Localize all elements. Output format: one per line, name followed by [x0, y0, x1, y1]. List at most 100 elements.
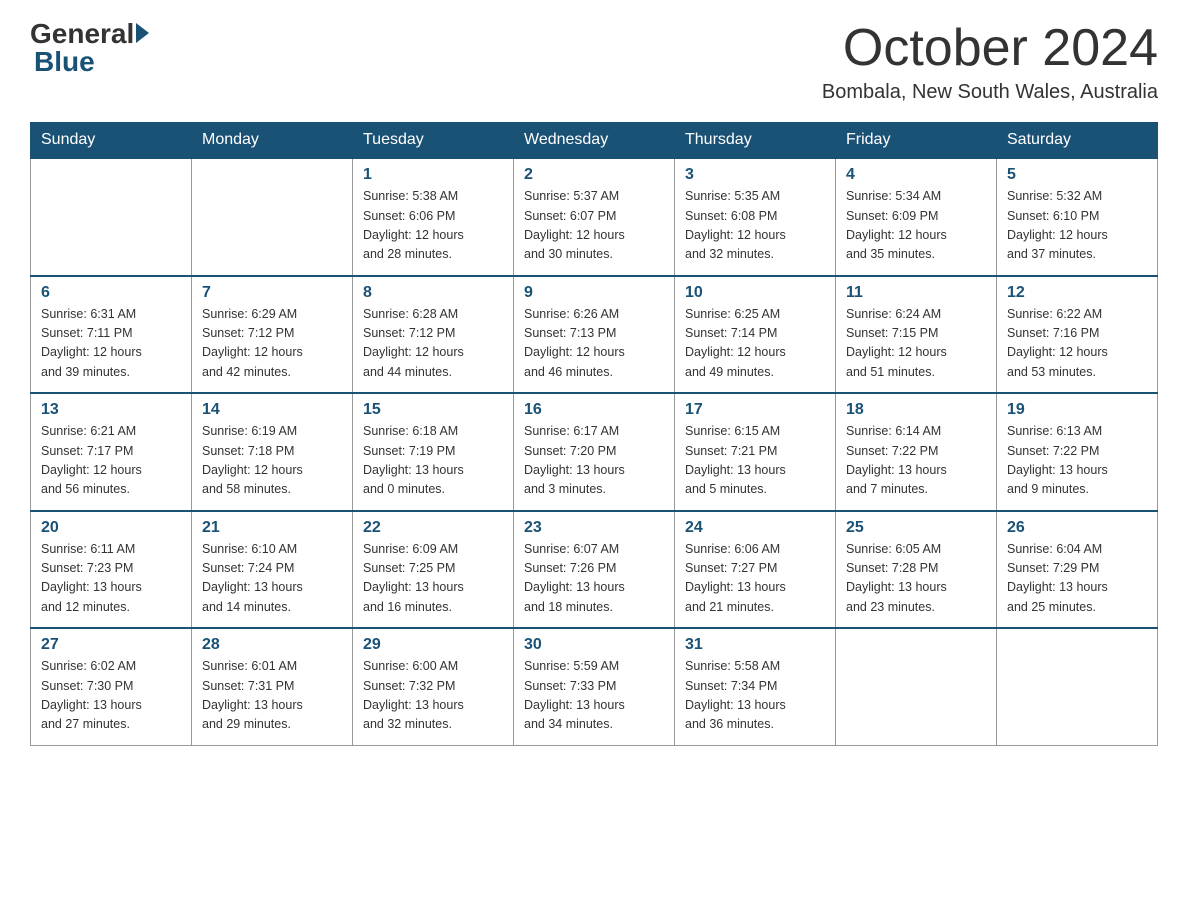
day-info: Sunrise: 6:06 AMSunset: 7:27 PMDaylight:…	[685, 540, 825, 618]
calendar-cell: 14 Sunrise: 6:19 AMSunset: 7:18 PMDayligh…	[192, 393, 353, 511]
day-info: Sunrise: 5:58 AMSunset: 7:34 PMDaylight:…	[685, 657, 825, 735]
weekday-header-friday: Friday	[836, 123, 997, 159]
calendar-cell: 6 Sunrise: 6:31 AMSunset: 7:11 PMDaylight…	[31, 276, 192, 394]
calendar-cell: 30Sunrise: 5:59 AMSunset: 7:33 PMDayligh…	[514, 628, 675, 745]
weekday-header-monday: Monday	[192, 123, 353, 159]
calendar-cell: 12Sunrise: 6:22 AMSunset: 7:16 PMDayligh…	[997, 276, 1158, 394]
day-number: 17	[685, 401, 825, 419]
day-number: 1	[363, 166, 503, 184]
calendar-cell: 9 Sunrise: 6:26 AMSunset: 7:13 PMDaylight…	[514, 276, 675, 394]
logo-arrow-icon	[136, 23, 149, 43]
day-number: 20	[41, 519, 181, 537]
day-number: 31	[685, 636, 825, 654]
calendar-cell: 29 Sunrise: 6:00 AMSunset: 7:32 PMDayligh…	[353, 628, 514, 745]
weekday-header-tuesday: Tuesday	[353, 123, 514, 159]
day-info: Sunrise: 5:34 AMSunset: 6:09 PMDaylight:…	[846, 187, 986, 265]
day-info: Sunrise: 6:07 AMSunset: 7:26 PMDaylight:…	[524, 540, 664, 618]
calendar-cell: 5 Sunrise: 5:32 AMSunset: 6:10 PMDaylight…	[997, 158, 1158, 276]
calendar-cell: 20 Sunrise: 6:11 AMSunset: 7:23 PMDayligh…	[31, 511, 192, 629]
day-number: 2	[524, 166, 664, 184]
calendar-cell: 22 Sunrise: 6:09 AMSunset: 7:25 PMDayligh…	[353, 511, 514, 629]
day-info: Sunrise: 5:37 AMSunset: 6:07 PMDaylight:…	[524, 187, 664, 265]
logo-general-text: General	[30, 20, 134, 48]
day-number: 27	[41, 636, 181, 654]
week-row-5: 27 Sunrise: 6:02 AMSunset: 7:30 PMDayligh…	[31, 628, 1158, 745]
day-info: Sunrise: 6:10 AMSunset: 7:24 PMDaylight:…	[202, 540, 342, 618]
calendar-cell: 19 Sunrise: 6:13 AMSunset: 7:22 PMDayligh…	[997, 393, 1158, 511]
calendar-cell: 13 Sunrise: 6:21 AMSunset: 7:17 PMDayligh…	[31, 393, 192, 511]
weekday-header-row: SundayMondayTuesdayWednesdayThursdayFrid…	[31, 123, 1158, 159]
calendar-cell: 10 Sunrise: 6:25 AMSunset: 7:14 PMDayligh…	[675, 276, 836, 394]
weekday-header-wednesday: Wednesday	[514, 123, 675, 159]
day-number: 26	[1007, 519, 1147, 537]
calendar-cell: 4 Sunrise: 5:34 AMSunset: 6:09 PMDaylight…	[836, 158, 997, 276]
calendar-cell: 3 Sunrise: 5:35 AMSunset: 6:08 PMDaylight…	[675, 158, 836, 276]
day-number: 15	[363, 401, 503, 419]
day-number: 6	[41, 284, 181, 302]
week-row-3: 13 Sunrise: 6:21 AMSunset: 7:17 PMDayligh…	[31, 393, 1158, 511]
calendar-cell: 17Sunrise: 6:15 AMSunset: 7:21 PMDayligh…	[675, 393, 836, 511]
week-row-1: 1Sunrise: 5:38 AMSunset: 6:06 PMDaylight…	[31, 158, 1158, 276]
day-number: 4	[846, 166, 986, 184]
day-number: 5	[1007, 166, 1147, 184]
day-info: Sunrise: 6:28 AMSunset: 7:12 PMDaylight:…	[363, 305, 503, 383]
day-number: 21	[202, 519, 342, 537]
weekday-header-sunday: Sunday	[31, 123, 192, 159]
day-info: Sunrise: 6:09 AMSunset: 7:25 PMDaylight:…	[363, 540, 503, 618]
calendar-cell: 26 Sunrise: 6:04 AMSunset: 7:29 PMDayligh…	[997, 511, 1158, 629]
calendar-cell: 1Sunrise: 5:38 AMSunset: 6:06 PMDaylight…	[353, 158, 514, 276]
location-text: Bombala, New South Wales, Australia	[822, 81, 1158, 104]
day-number: 29	[363, 636, 503, 654]
month-title: October 2024	[822, 20, 1158, 77]
day-info: Sunrise: 6:29 AMSunset: 7:12 PMDaylight:…	[202, 305, 342, 383]
day-number: 13	[41, 401, 181, 419]
calendar-cell: 23 Sunrise: 6:07 AMSunset: 7:26 PMDayligh…	[514, 511, 675, 629]
day-info: Sunrise: 6:00 AMSunset: 7:32 PMDaylight:…	[363, 657, 503, 735]
day-info: Sunrise: 5:32 AMSunset: 6:10 PMDaylight:…	[1007, 187, 1147, 265]
day-info: Sunrise: 6:11 AMSunset: 7:23 PMDaylight:…	[41, 540, 181, 618]
day-info: Sunrise: 6:25 AMSunset: 7:14 PMDaylight:…	[685, 305, 825, 383]
calendar-cell: 7 Sunrise: 6:29 AMSunset: 7:12 PMDaylight…	[192, 276, 353, 394]
day-info: Sunrise: 6:13 AMSunset: 7:22 PMDaylight:…	[1007, 422, 1147, 500]
calendar-cell: 24Sunrise: 6:06 AMSunset: 7:27 PMDayligh…	[675, 511, 836, 629]
day-info: Sunrise: 6:01 AMSunset: 7:31 PMDaylight:…	[202, 657, 342, 735]
calendar-cell	[192, 158, 353, 276]
day-info: Sunrise: 6:21 AMSunset: 7:17 PMDaylight:…	[41, 422, 181, 500]
day-number: 23	[524, 519, 664, 537]
calendar-cell: 11 Sunrise: 6:24 AMSunset: 7:15 PMDayligh…	[836, 276, 997, 394]
day-number: 10	[685, 284, 825, 302]
day-info: Sunrise: 5:59 AMSunset: 7:33 PMDaylight:…	[524, 657, 664, 735]
day-info: Sunrise: 6:04 AMSunset: 7:29 PMDaylight:…	[1007, 540, 1147, 618]
day-number: 16	[524, 401, 664, 419]
logo: General Blue	[30, 20, 149, 78]
day-info: Sunrise: 6:02 AMSunset: 7:30 PMDaylight:…	[41, 657, 181, 735]
page-header: General Blue October 2024 Bombala, New S…	[30, 20, 1158, 104]
calendar-cell: 31 Sunrise: 5:58 AMSunset: 7:34 PMDayligh…	[675, 628, 836, 745]
day-number: 9	[524, 284, 664, 302]
day-number: 19	[1007, 401, 1147, 419]
day-info: Sunrise: 6:31 AMSunset: 7:11 PMDaylight:…	[41, 305, 181, 383]
weekday-header-thursday: Thursday	[675, 123, 836, 159]
calendar-cell: 28Sunrise: 6:01 AMSunset: 7:31 PMDayligh…	[192, 628, 353, 745]
day-number: 14	[202, 401, 342, 419]
day-info: Sunrise: 6:24 AMSunset: 7:15 PMDaylight:…	[846, 305, 986, 383]
logo-blue-text: Blue	[30, 46, 95, 78]
day-number: 3	[685, 166, 825, 184]
title-area: October 2024 Bombala, New South Wales, A…	[822, 20, 1158, 104]
day-number: 25	[846, 519, 986, 537]
calendar-cell	[997, 628, 1158, 745]
week-row-2: 6 Sunrise: 6:31 AMSunset: 7:11 PMDaylight…	[31, 276, 1158, 394]
day-info: Sunrise: 6:05 AMSunset: 7:28 PMDaylight:…	[846, 540, 986, 618]
calendar-cell	[31, 158, 192, 276]
day-number: 12	[1007, 284, 1147, 302]
calendar-cell: 8 Sunrise: 6:28 AMSunset: 7:12 PMDaylight…	[353, 276, 514, 394]
day-number: 22	[363, 519, 503, 537]
day-info: Sunrise: 6:19 AMSunset: 7:18 PMDaylight:…	[202, 422, 342, 500]
calendar-cell: 2 Sunrise: 5:37 AMSunset: 6:07 PMDaylight…	[514, 158, 675, 276]
day-number: 11	[846, 284, 986, 302]
day-info: Sunrise: 5:35 AMSunset: 6:08 PMDaylight:…	[685, 187, 825, 265]
calendar-table: SundayMondayTuesdayWednesdayThursdayFrid…	[30, 122, 1158, 746]
day-number: 7	[202, 284, 342, 302]
day-number: 8	[363, 284, 503, 302]
day-info: Sunrise: 6:26 AMSunset: 7:13 PMDaylight:…	[524, 305, 664, 383]
